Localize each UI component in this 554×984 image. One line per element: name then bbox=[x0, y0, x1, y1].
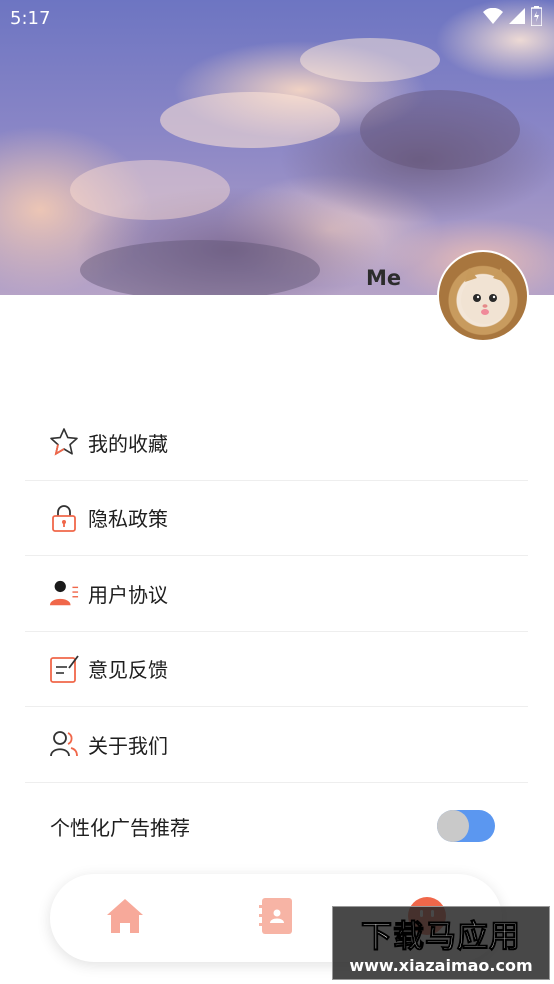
wifi-icon bbox=[483, 7, 503, 29]
lock-icon bbox=[49, 503, 79, 533]
watermark-logo: 下载马应用 www.xiazaimao.com bbox=[332, 906, 550, 980]
profile-name: Me bbox=[366, 266, 402, 290]
personalized-ads-label: 个性化广告推荐 bbox=[50, 815, 190, 840]
battery-icon bbox=[530, 5, 543, 31]
menu-item-feedback[interactable]: 意见反馈 bbox=[25, 632, 528, 707]
nav-contacts-button[interactable] bbox=[252, 894, 300, 942]
feedback-edit-icon bbox=[49, 654, 79, 684]
menu-item-label: 隐私政策 bbox=[88, 507, 168, 532]
menu-item-label: 用户协议 bbox=[88, 582, 168, 607]
people-icon bbox=[49, 729, 79, 759]
signal-icon bbox=[509, 7, 525, 29]
menu-item-privacy-policy[interactable]: 隐私政策 bbox=[25, 481, 528, 556]
menu-item-label: 我的收藏 bbox=[88, 431, 168, 456]
home-icon bbox=[105, 897, 145, 939]
contacts-book-icon bbox=[258, 896, 293, 940]
menu-item-about-us[interactable]: 关于我们 bbox=[25, 707, 528, 783]
personalized-ads-toggle[interactable] bbox=[437, 810, 495, 842]
settings-menu: 我的收藏 隐私政策 用户协议 意见反馈 关于我们 bbox=[25, 405, 528, 783]
menu-item-label: 意见反馈 bbox=[88, 658, 168, 683]
status-time: 5:17 bbox=[10, 7, 51, 29]
toggle-knob bbox=[437, 810, 469, 842]
personalized-ads-setting: 个性化广告推荐 bbox=[25, 790, 528, 862]
avatar[interactable] bbox=[437, 250, 529, 342]
menu-item-user-agreement[interactable]: 用户协议 bbox=[25, 556, 528, 632]
menu-item-favorites[interactable]: 我的收藏 bbox=[25, 405, 528, 481]
status-bar: 5:17 bbox=[0, 0, 554, 36]
watermark-title: 下载马应用 bbox=[361, 919, 521, 956]
user-agreement-icon bbox=[49, 578, 79, 608]
menu-item-label: 关于我们 bbox=[88, 733, 168, 758]
nav-home-button[interactable] bbox=[101, 894, 149, 942]
star-icon bbox=[49, 427, 79, 457]
cat-avatar-icon bbox=[461, 268, 509, 324]
watermark-url: www.xiazaimao.com bbox=[349, 956, 533, 975]
